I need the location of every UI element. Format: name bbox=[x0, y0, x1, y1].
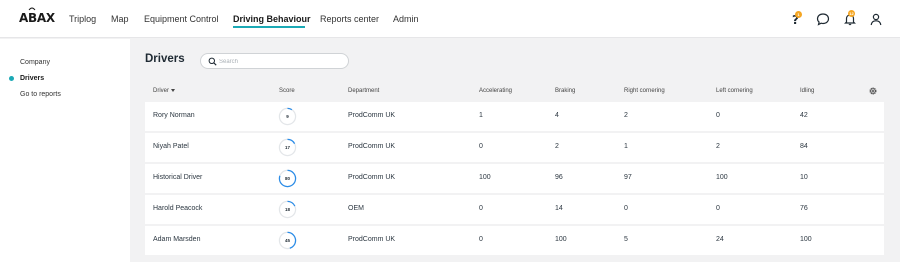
column-header-department[interactable]: Department bbox=[348, 88, 379, 94]
column-header-driver-label: Driver bbox=[153, 88, 169, 94]
chat-icon[interactable] bbox=[816, 12, 830, 26]
abax-logo[interactable]: ABAX bbox=[19, 11, 55, 25]
department: ProdComm UK bbox=[348, 174, 396, 181]
table-row[interactable]: Rory Norman 9 ProdComm UK 1 4 2 0 42 bbox=[145, 102, 884, 131]
driver-name: Harold Peacock bbox=[153, 205, 203, 212]
accelerating-value: 0 bbox=[479, 205, 483, 212]
table-row[interactable]: Adam Marsden 45 ProdComm UK 0 100 5 24 1… bbox=[145, 226, 884, 255]
top-navigation: ABAX Triplog Map Equipment Control Drivi… bbox=[0, 0, 900, 38]
score-value: 45 bbox=[284, 238, 290, 243]
page-title: Drivers bbox=[145, 53, 185, 65]
nav-equipment-control[interactable]: Equipment Control bbox=[144, 14, 219, 24]
sidebar bbox=[0, 39, 130, 262]
department: ProdComm UK bbox=[348, 112, 396, 119]
nav-triplog[interactable]: Triplog bbox=[69, 14, 96, 24]
user-icon[interactable] bbox=[869, 12, 883, 26]
left-cornering-value: 2 bbox=[716, 143, 720, 150]
department: ProdComm UK bbox=[348, 143, 396, 150]
column-header-driver[interactable]: Driver bbox=[153, 88, 175, 94]
left-cornering-value: 24 bbox=[716, 236, 724, 243]
score-value: 17 bbox=[284, 145, 290, 150]
search-box bbox=[200, 53, 349, 69]
right-cornering-value: 5 bbox=[624, 236, 628, 243]
left-cornering-value: 100 bbox=[716, 174, 728, 181]
nav-reports-center[interactable]: Reports center bbox=[320, 14, 379, 24]
score-value: 18 bbox=[284, 207, 290, 212]
idling-value: 10 bbox=[800, 174, 808, 181]
sidebar-item-company[interactable]: Company bbox=[20, 59, 50, 66]
idling-value: 42 bbox=[800, 112, 808, 119]
nav-admin[interactable]: Admin bbox=[393, 14, 419, 24]
driver-name: Adam Marsden bbox=[153, 236, 201, 243]
table-row[interactable]: Niyah Patel 17 ProdComm UK 0 2 1 2 84 bbox=[145, 133, 884, 162]
braking-value: 2 bbox=[555, 143, 559, 150]
sidebar-item-drivers[interactable]: Drivers bbox=[20, 75, 44, 82]
table-row[interactable]: Historical Driver 80 ProdComm UK 100 96 … bbox=[145, 164, 884, 193]
accelerating-value: 100 bbox=[479, 174, 491, 181]
active-nav-indicator bbox=[233, 26, 305, 28]
column-header-braking[interactable]: Braking bbox=[555, 88, 575, 94]
accelerating-value: 0 bbox=[479, 143, 483, 150]
active-indicator-dot bbox=[9, 76, 14, 81]
right-cornering-value: 2 bbox=[624, 112, 628, 119]
accelerating-value: 1 bbox=[479, 112, 483, 119]
help-badge: 1 bbox=[795, 11, 802, 18]
idling-value: 76 bbox=[800, 205, 808, 212]
right-cornering-value: 1 bbox=[624, 143, 628, 150]
left-cornering-value: 0 bbox=[716, 112, 720, 119]
right-cornering-value: 0 bbox=[624, 205, 628, 212]
nav-map[interactable]: Map bbox=[111, 14, 129, 24]
notifications-badge: 12 bbox=[848, 10, 855, 17]
sort-caret-icon bbox=[171, 88, 175, 92]
department: OEM bbox=[348, 205, 364, 212]
right-cornering-value: 97 bbox=[624, 174, 632, 181]
table-row[interactable]: Harold Peacock 18 OEM 0 14 0 0 76 bbox=[145, 195, 884, 224]
column-header-score[interactable]: Score bbox=[279, 88, 295, 94]
score-value: 80 bbox=[284, 176, 290, 181]
column-header-right-cornering[interactable]: Right cornering bbox=[624, 88, 665, 94]
driver-name: Rory Norman bbox=[153, 112, 195, 119]
braking-value: 4 bbox=[555, 112, 559, 119]
column-header-idling[interactable]: Idling bbox=[800, 88, 814, 94]
braking-value: 14 bbox=[555, 205, 563, 212]
driver-name: Historical Driver bbox=[153, 174, 203, 181]
column-header-accelerating[interactable]: Accelerating bbox=[479, 88, 512, 94]
idling-value: 100 bbox=[800, 236, 812, 243]
logo-signal-icon bbox=[28, 7, 36, 11]
braking-value: 96 bbox=[555, 174, 563, 181]
search-input[interactable] bbox=[219, 56, 344, 67]
search-icon bbox=[208, 57, 217, 66]
nav-driving-behaviour[interactable]: Driving Behaviour bbox=[233, 14, 311, 24]
score-value: 9 bbox=[286, 114, 289, 119]
gear-icon[interactable] bbox=[868, 86, 878, 96]
idling-value: 84 bbox=[800, 143, 808, 150]
driver-name: Niyah Patel bbox=[153, 143, 189, 150]
accelerating-value: 0 bbox=[479, 236, 483, 243]
sidebar-item-go-to-reports[interactable]: Go to reports bbox=[20, 91, 61, 98]
column-header-left-cornering[interactable]: Left cornering bbox=[716, 88, 753, 94]
department: ProdComm UK bbox=[348, 236, 396, 243]
left-cornering-value: 0 bbox=[716, 205, 720, 212]
braking-value: 100 bbox=[555, 236, 567, 243]
